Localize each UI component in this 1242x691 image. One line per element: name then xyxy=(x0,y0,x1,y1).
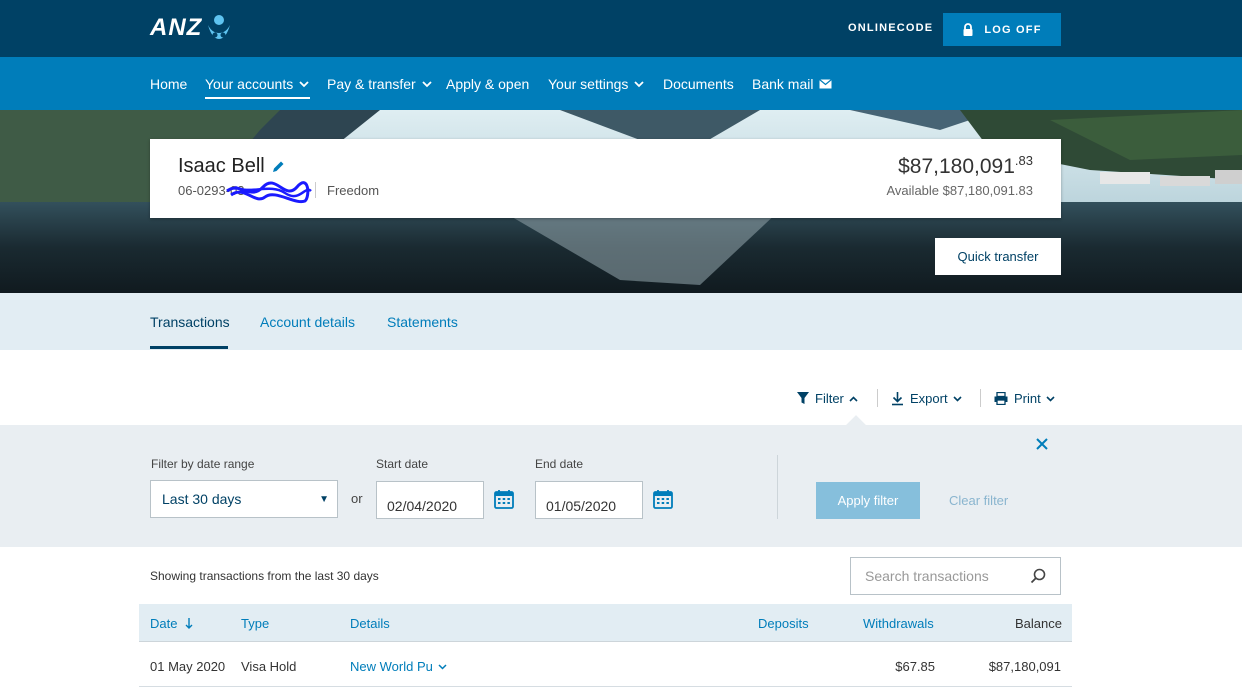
filter-icon xyxy=(797,392,809,404)
column-deposits[interactable]: Deposits xyxy=(758,616,809,631)
column-balance: Balance xyxy=(1015,616,1062,631)
nav-your-settings[interactable]: Your settings xyxy=(548,76,645,92)
brand-name: ANZ xyxy=(150,14,203,41)
chevron-down-icon xyxy=(422,80,432,87)
nav-pay-transfer[interactable]: Pay & transfer xyxy=(327,76,432,92)
nav-bank-mail[interactable]: Bank mail xyxy=(752,76,833,92)
tab-active-indicator xyxy=(150,346,228,349)
start-date-field[interactable] xyxy=(376,481,484,519)
pencil-icon[interactable] xyxy=(272,160,285,173)
nav-apply-open[interactable]: Apply & open xyxy=(446,76,529,92)
account-name-row: Isaac Bell xyxy=(178,155,285,178)
top-bar: ANZ ONLINECODE LOG OFF xyxy=(0,0,1242,57)
showing-text: Showing transactions from the last 30 da… xyxy=(150,569,379,583)
column-date-label: Date xyxy=(150,616,178,631)
end-date-field[interactable] xyxy=(535,481,643,519)
account-name: Isaac Bell xyxy=(178,155,265,177)
print-icon xyxy=(994,392,1008,405)
column-withdrawals[interactable]: Withdrawals xyxy=(863,616,934,631)
chevron-down-icon xyxy=(634,80,645,87)
search-icon[interactable] xyxy=(1030,568,1046,584)
calendar-icon[interactable] xyxy=(494,489,514,509)
nav-apply-open-label: Apply & open xyxy=(446,76,530,92)
account-tabs: Transactions Account details Statements xyxy=(0,293,1242,350)
toolbar-separator xyxy=(980,389,981,407)
chevron-up-icon xyxy=(849,395,858,402)
table-row[interactable]: 01 May 2020 Visa Hold New World Pu $67.8… xyxy=(139,643,1072,687)
nav-home[interactable]: Home xyxy=(150,76,187,92)
onlinecode-link[interactable]: ONLINECODE xyxy=(848,22,933,34)
quick-transfer-button[interactable]: Quick transfer xyxy=(935,238,1061,275)
tab-transactions[interactable]: Transactions xyxy=(150,314,230,330)
export-menu[interactable]: Export xyxy=(891,391,962,406)
dropdown-arrow-icon: ▼ xyxy=(319,494,329,505)
column-date[interactable]: Date xyxy=(150,616,193,631)
apply-filter-button[interactable]: Apply filter xyxy=(816,482,920,519)
filter-divider xyxy=(777,455,778,519)
chevron-down-icon xyxy=(438,663,447,670)
nav-documents[interactable]: Documents xyxy=(663,76,734,92)
nav-documents-label: Documents xyxy=(663,76,734,92)
row-withdrawals: $67.85 xyxy=(895,659,935,674)
calendar-icon[interactable] xyxy=(653,489,673,509)
date-range-select[interactable]: Last 30 days ▼ xyxy=(150,480,338,518)
available-balance: Available $87,180,091.83 xyxy=(886,183,1034,198)
print-menu[interactable]: Print xyxy=(994,391,1055,406)
date-range-value: Last 30 days xyxy=(162,491,242,507)
anz-logo[interactable]: ANZ xyxy=(150,12,234,44)
nav-your-accounts[interactable]: Your accounts xyxy=(205,76,309,92)
chevron-down-icon xyxy=(953,395,962,402)
log-off-button[interactable]: LOG OFF xyxy=(943,13,1061,46)
search-placeholder: Search transactions xyxy=(865,568,989,584)
nav-bank-mail-label: Bank mail xyxy=(752,76,814,92)
balance-cents: .83 xyxy=(1014,153,1033,168)
row-balance: $87,180,091 xyxy=(988,659,1061,674)
clear-filter-link[interactable]: Clear filter xyxy=(949,493,1008,508)
row-details-link[interactable]: New World Pu xyxy=(350,659,447,674)
filter-label: Filter xyxy=(815,391,844,406)
mail-icon xyxy=(819,79,833,89)
date-range-label: Filter by date range xyxy=(151,457,255,471)
balance-dollars: $87,180,091 xyxy=(898,155,1015,178)
nav-your-settings-label: Your settings xyxy=(548,76,629,92)
redaction-scribble xyxy=(226,181,312,204)
column-type[interactable]: Type xyxy=(241,616,269,631)
row-date: 01 May 2020 xyxy=(150,659,226,674)
sort-down-arrow-icon xyxy=(185,618,193,629)
lock-icon xyxy=(963,23,973,36)
nav-your-accounts-label: Your accounts xyxy=(205,76,294,92)
nav-home-label: Home xyxy=(150,76,188,92)
filter-toggle[interactable]: Filter xyxy=(797,391,858,406)
or-label: or xyxy=(351,491,363,506)
close-icon[interactable] xyxy=(1034,436,1050,452)
account-summary-card: Isaac Bell 06-0293-03 Freedom $87,180,09… xyxy=(150,139,1061,218)
print-label: Print xyxy=(1014,391,1041,406)
row-details: New World Pu xyxy=(350,659,433,674)
account-type: Freedom xyxy=(327,183,380,198)
account-separator xyxy=(315,182,316,198)
nav-pay-transfer-label: Pay & transfer xyxy=(327,76,416,92)
main-nav: Home Your accounts Pay & transfer Apply … xyxy=(0,57,1242,110)
tab-account-details[interactable]: Account details xyxy=(260,314,355,330)
anz-logo-icon xyxy=(208,15,231,39)
column-details[interactable]: Details xyxy=(350,616,390,631)
transactions-table-header: Date Type Details Deposits Withdrawals B… xyxy=(139,604,1072,642)
end-date-label: End date xyxy=(535,457,584,471)
download-icon xyxy=(892,391,903,405)
row-type: Visa Hold xyxy=(241,659,297,674)
tab-statements[interactable]: Statements xyxy=(387,314,458,330)
account-balance: $87,180,091.83 xyxy=(898,153,1033,179)
log-off-label: LOG OFF xyxy=(984,23,1042,36)
chevron-down-icon xyxy=(1046,395,1055,402)
export-label: Export xyxy=(910,391,948,406)
search-transactions-input[interactable]: Search transactions xyxy=(850,557,1061,595)
toolbar-separator xyxy=(877,389,878,407)
start-date-label: Start date xyxy=(376,457,429,471)
chevron-down-icon xyxy=(299,80,309,87)
nav-active-indicator xyxy=(205,97,310,99)
